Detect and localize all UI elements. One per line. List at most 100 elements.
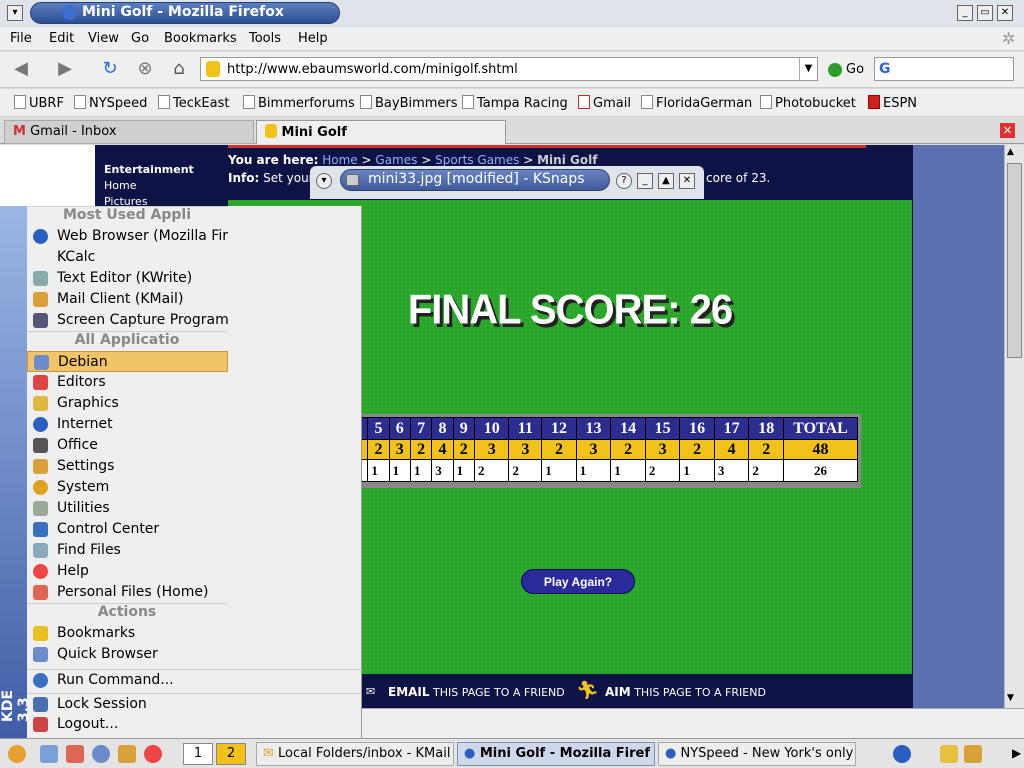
reload-icon[interactable]: ↻	[97, 56, 123, 82]
scorecard: 1 2 3 4 5 6 7 8 9 10 11 12 13 14 15 16 1…	[279, 414, 861, 488]
bookmark-espn[interactable]: ESPN	[868, 95, 917, 111]
task-mini-golf[interactable]: ● Mini Golf - Mozilla Firef	[457, 742, 655, 766]
go-icon[interactable]	[828, 63, 842, 77]
menu-tools[interactable]: Tools	[249, 31, 281, 46]
tab-mini-golf[interactable]: Mini Golf	[256, 120, 506, 144]
tray-app-icon[interactable]	[964, 745, 982, 763]
url-dropdown-icon[interactable]: ▼	[799, 58, 817, 80]
window-menu-icon[interactable]: ▾	[7, 5, 23, 21]
window-menu-icon[interactable]: ▾	[316, 173, 332, 189]
info-line: Info: Set your	[228, 171, 314, 185]
show-desktop-icon[interactable]	[40, 745, 58, 763]
bookmark-tampa-racing[interactable]: Tampa Racing	[462, 95, 568, 111]
menu-item-debian[interactable]: Debian	[27, 351, 228, 372]
desktop-pager-2[interactable]: 2	[216, 743, 246, 765]
bookmark-teckeast[interactable]: TeckEast	[158, 95, 229, 111]
nav-link-home[interactable]: Home	[104, 179, 136, 192]
menu-item-internet[interactable]: Internet	[27, 414, 228, 435]
menu-item-system[interactable]: System	[27, 477, 228, 498]
help-lifebuoy-icon[interactable]	[144, 745, 162, 763]
menu-item-text-editor[interactable]: Text Editor (KWrite)	[27, 268, 228, 289]
menu-item-personal-files[interactable]: Personal Files (Home)	[27, 582, 228, 603]
menu-item-logout[interactable]: Logout...	[27, 714, 362, 735]
task-kmail[interactable]: ✉ Local Folders/inbox - KMail	[256, 742, 454, 766]
klipper-icon[interactable]	[940, 745, 958, 763]
bookmark-label: Bimmerforums	[258, 96, 355, 111]
bookmark-ubrf[interactable]: UBRF	[14, 95, 64, 111]
menu-item-label: Web Browser (Mozilla Fire	[57, 228, 228, 244]
play-again-button[interactable]: Play Again?	[521, 569, 635, 594]
menu-item-label: KCalc	[57, 249, 96, 265]
bookmark-photobucket[interactable]: Photobucket	[760, 95, 856, 111]
par-value: 2	[452, 439, 475, 460]
crumb-separator: >	[361, 153, 372, 167]
network-globe-icon[interactable]	[893, 745, 911, 763]
menu-item-run-command[interactable]: Run Command...	[27, 669, 362, 690]
task-label: NYSpeed - New York's only	[680, 746, 854, 761]
scrollbar-thumb[interactable]	[1007, 163, 1022, 358]
menu-view[interactable]: View	[88, 31, 119, 46]
menu-item-find-files[interactable]: Find Files	[27, 540, 228, 561]
crumb-games[interactable]: Games	[375, 153, 417, 167]
home-icon[interactable]	[66, 745, 84, 763]
forward-icon[interactable]: ▶	[52, 56, 78, 82]
menu-item-graphics[interactable]: Graphics	[27, 393, 228, 414]
home-icon[interactable]: ⌂	[166, 56, 192, 82]
url-bar[interactable]: http://www.ebaumsworld.com/minigolf.shtm…	[200, 57, 818, 81]
mail-icon[interactable]	[118, 745, 136, 763]
help-icon[interactable]: ?	[616, 173, 632, 189]
aim-share-link[interactable]: AIM THIS PAGE TO A FRIEND	[605, 685, 766, 699]
stop-icon[interactable]: ⊗	[132, 56, 158, 82]
bookmark-gmail[interactable]: Gmail	[578, 95, 631, 111]
search-input[interactable]: G	[874, 57, 1014, 81]
minimize-icon[interactable]: _	[957, 5, 973, 21]
go-button[interactable]: Go	[846, 62, 864, 77]
menu-go[interactable]: Go	[131, 31, 149, 46]
bookmark-floridagerman[interactable]: FloridaGerman	[641, 95, 752, 111]
menu-item-kcalc[interactable]: KCalc	[27, 247, 228, 268]
score-value: 1	[541, 459, 577, 482]
menu-item-office[interactable]: Office	[27, 435, 228, 456]
bookmark-baybimmers[interactable]: BayBimmers	[360, 95, 458, 111]
menu-item-bookmarks[interactable]: Bookmarks	[27, 623, 228, 644]
bookmark-bimmerforums[interactable]: Bimmerforums	[243, 95, 355, 111]
maximize-icon[interactable]: ▭	[977, 5, 993, 21]
menu-item-help[interactable]: Help	[27, 561, 228, 582]
menu-file[interactable]: File	[10, 31, 32, 46]
kde-menu-icon[interactable]	[8, 745, 26, 763]
menu-item-mail-client[interactable]: Mail Client (KMail)	[27, 289, 228, 310]
tab-gmail-inbox[interactable]: M Gmail - Inbox	[4, 120, 254, 144]
close-tab-icon[interactable]: ✕	[1000, 123, 1015, 138]
score-value: 1	[575, 459, 612, 482]
tab-bar: M Gmail - Inbox Mini Golf ✕	[0, 118, 1024, 144]
scroll-down-icon[interactable]: ▼	[1007, 693, 1014, 703]
minimize-icon[interactable]: _	[637, 173, 653, 189]
menu-item-web-browser[interactable]: Web Browser (Mozilla Fire	[27, 226, 228, 247]
score-value: 3	[713, 459, 750, 482]
maximize-icon[interactable]: ▲	[658, 173, 674, 189]
menu-item-lock-session[interactable]: Lock Session	[27, 693, 362, 714]
menu-item-quick-browser[interactable]: Quick Browser	[27, 644, 228, 665]
close-icon[interactable]: ✕	[679, 173, 695, 189]
bookmark-nyspeed[interactable]: NYSpeed	[74, 95, 147, 111]
menu-item-control-center[interactable]: Control Center	[27, 519, 228, 540]
scroll-up-icon[interactable]: ▲	[1007, 147, 1014, 157]
menu-bookmarks[interactable]: Bookmarks	[164, 31, 237, 46]
menu-item-screen-capture[interactable]: Screen Capture Program	[27, 310, 228, 331]
crumb-separator: >	[421, 153, 432, 167]
crumb-home[interactable]: Home	[322, 153, 357, 167]
menu-item-editors[interactable]: Editors	[27, 372, 228, 393]
desktop-pager-1[interactable]: 1	[183, 743, 213, 765]
menu-item-utilities[interactable]: Utilities	[27, 498, 228, 519]
crumb-sports-games[interactable]: Sports Games	[435, 153, 519, 167]
task-nyspeed[interactable]: ● NYSpeed - New York's only	[658, 742, 856, 766]
vertical-scrollbar[interactable]: ▲ ▼	[1004, 145, 1024, 708]
konqueror-icon[interactable]	[92, 745, 110, 763]
menu-edit[interactable]: Edit	[49, 31, 74, 46]
email-share-link[interactable]: EMAIL THIS PAGE TO A FRIEND	[388, 685, 565, 699]
taskbar-scroll-right-icon[interactable]: ▶	[1012, 746, 1021, 760]
back-icon[interactable]: ◀	[8, 56, 34, 82]
menu-help[interactable]: Help	[298, 31, 328, 46]
close-icon[interactable]: ✕	[997, 5, 1013, 21]
menu-item-settings[interactable]: Settings	[27, 456, 228, 477]
